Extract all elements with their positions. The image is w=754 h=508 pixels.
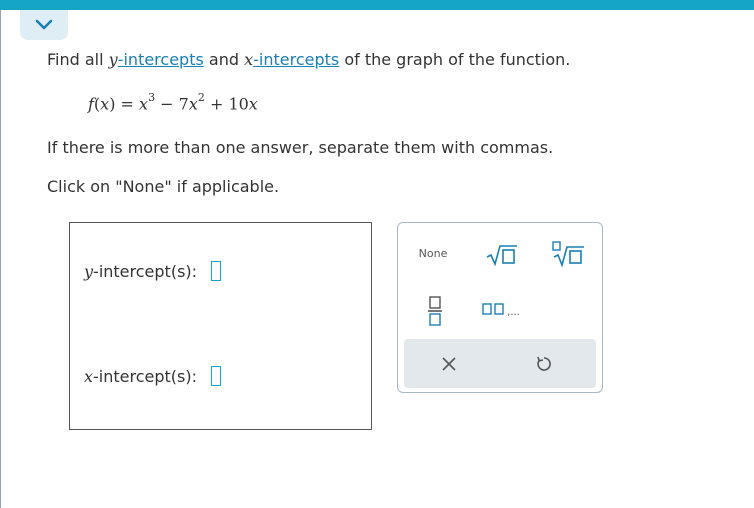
exponent-2: 2 (197, 91, 205, 104)
nth-root-icon (552, 241, 584, 268)
nth-root-button[interactable] (548, 239, 588, 269)
clear-button[interactable] (434, 351, 464, 377)
question-prefix: Find all (47, 50, 109, 69)
x-intercept-var: x (84, 366, 94, 386)
undo-icon (537, 356, 551, 371)
formula-equals: ) = (109, 94, 140, 114)
square-root-icon (486, 245, 517, 267)
list-button[interactable]: ,... (476, 297, 526, 321)
x-intercept-label: -intercept(s): (93, 366, 198, 386)
x-intercept-input[interactable] (211, 366, 222, 386)
close-icon (442, 357, 456, 371)
fraction-icon (428, 296, 442, 326)
question-suffix: of the graph of the function. (339, 50, 571, 69)
y-intercept-label: -intercept(s): (93, 261, 198, 281)
formula-op1: − 7 (155, 94, 189, 114)
term-quadratic: x (188, 94, 198, 114)
top-accent-bar (0, 0, 754, 10)
sqrt-button[interactable] (482, 241, 522, 269)
list-dots: ,... (507, 306, 520, 318)
x-variable: x (244, 50, 254, 69)
y-intercept-var: y (84, 261, 94, 281)
math-keypad: None ,... (397, 222, 603, 393)
term-linear: x (248, 94, 258, 114)
undo-button[interactable] (529, 351, 559, 377)
y-intercept-row: y -intercept(s): (84, 261, 222, 281)
formula-op2: + 10 (204, 94, 249, 114)
collapse-toggle-button[interactable] (20, 10, 68, 40)
left-border (0, 0, 1, 508)
x-intercepts-link[interactable]: -intercepts (253, 50, 339, 69)
function-argument: x (100, 94, 110, 114)
none-button[interactable]: None (412, 243, 454, 263)
exponent-3: 3 (148, 91, 156, 104)
instruction-commas: If there is more than one answer, separa… (47, 138, 554, 157)
y-variable: y (108, 50, 118, 69)
answer-box: y -intercept(s): x -intercept(s): (69, 222, 372, 430)
y-intercepts-link[interactable]: -intercepts (118, 50, 204, 69)
question-text: Find all y-intercepts and x-intercepts o… (47, 50, 570, 69)
keypad-actions (404, 339, 596, 388)
question-mid: and (203, 50, 245, 69)
chevron-down-icon (35, 19, 53, 30)
term-cubic: x (139, 94, 149, 114)
x-intercept-row: x -intercept(s): (84, 366, 222, 386)
fraction-button[interactable] (420, 293, 450, 329)
instruction-none: Click on "None" if applicable. (47, 177, 280, 196)
function-formula: f(x) = x3 − 7x2 + 10x (88, 91, 258, 114)
y-intercept-input[interactable] (211, 261, 222, 281)
